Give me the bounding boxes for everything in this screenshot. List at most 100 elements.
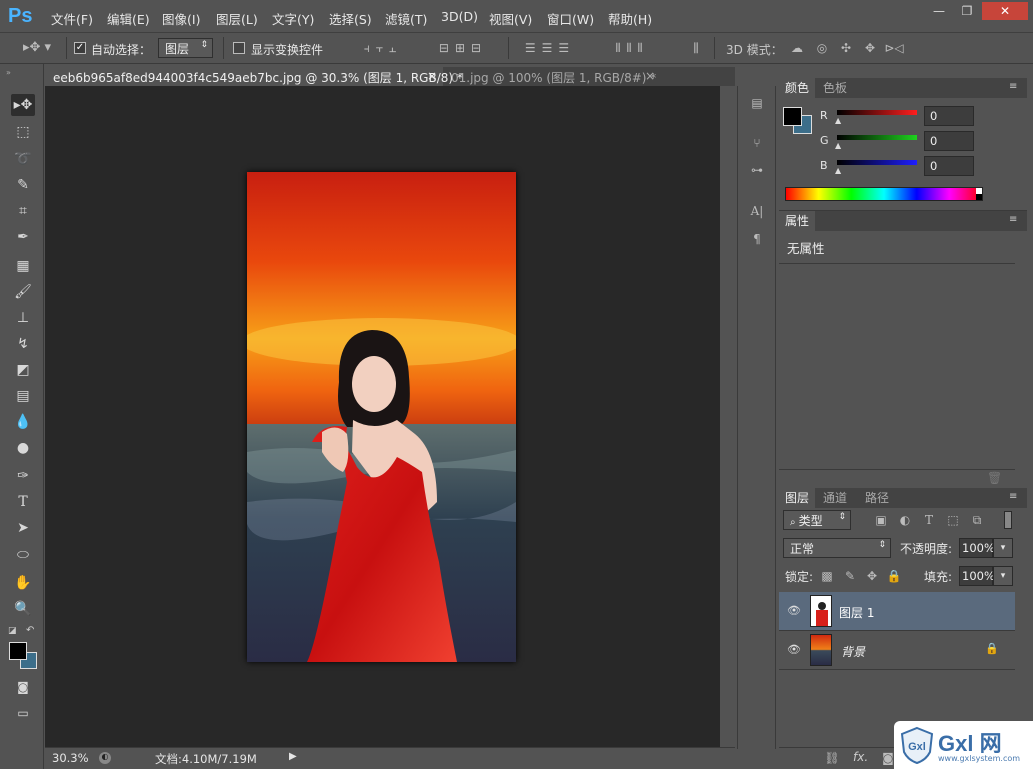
- visibility-eye-icon[interactable]: 👁: [787, 643, 801, 656]
- restore-button[interactable]: ❐: [952, 2, 982, 20]
- 3d-roll-icon[interactable]: ◎: [812, 39, 832, 57]
- dodge-tool-icon[interactable]: ●: [11, 437, 35, 459]
- channel-b-input[interactable]: 0: [924, 156, 974, 176]
- channel-g-input[interactable]: 0: [924, 131, 974, 151]
- menu-help[interactable]: 帮助(H): [608, 9, 652, 28]
- auto-select-checkbox[interactable]: ✓: [74, 42, 86, 54]
- minimize-button[interactable]: —: [924, 2, 954, 20]
- filter-toggle-switch[interactable]: [1004, 511, 1012, 529]
- pen-tool-icon[interactable]: ✑: [11, 465, 35, 487]
- eraser-tool-icon[interactable]: ◩: [11, 359, 35, 381]
- channel-b-slider[interactable]: [837, 160, 917, 165]
- eyedropper-tool-icon[interactable]: ✒: [11, 226, 35, 248]
- opacity-input[interactable]: 100%: [959, 538, 995, 558]
- move-tool-icon[interactable]: ▸✥: [11, 94, 35, 116]
- menu-image[interactable]: 图像(I): [162, 9, 200, 28]
- tab-document-1[interactable]: eeb6b965af8ed944003f4c549aeb7bc.jpg @ 30…: [45, 67, 463, 86]
- distribute-horizontal-icons[interactable]: ⫴⫴⫴: [597, 39, 667, 57]
- lock-image-pixels-icon[interactable]: ✎: [842, 567, 858, 585]
- align-edges-icons[interactable]: ⫞⫟⫠: [348, 39, 418, 57]
- menu-3d[interactable]: 3D(D): [441, 9, 478, 24]
- collapse-toolbar-icon[interactable]: »: [6, 68, 11, 77]
- align-center-icons[interactable]: ⊟⊞⊟: [428, 39, 498, 57]
- 3d-slide-icon[interactable]: ✥: [860, 39, 880, 57]
- panel-menu-icon[interactable]: ≡: [1009, 491, 1017, 502]
- tab-close-icon[interactable]: ×: [645, 69, 655, 83]
- filter-smart-object-icon[interactable]: ⧉: [969, 511, 985, 529]
- layer-filter-dropdown[interactable]: ⌕ 类型 ⇕: [783, 510, 851, 530]
- tab-document-2[interactable]: 01.jpg @ 100% (图层 1, RGB/8#) * ×: [443, 67, 661, 86]
- status-info-icon[interactable]: ◐: [99, 752, 111, 764]
- lock-all-icon[interactable]: 🔒: [886, 567, 902, 585]
- history-panel-icon[interactable]: ▤: [746, 94, 768, 112]
- channel-g-slider[interactable]: [837, 135, 917, 140]
- move-tool-preset-icon[interactable]: ▸✥ ▾: [22, 39, 52, 57]
- fill-input[interactable]: 100%: [959, 566, 995, 586]
- layer-name[interactable]: 图层 1: [839, 604, 874, 621]
- menu-select[interactable]: 选择(S): [329, 9, 372, 28]
- slider-thumb-icon[interactable]: ▲: [835, 166, 841, 175]
- menu-layer[interactable]: 图层(L): [216, 9, 258, 28]
- channel-r-input[interactable]: 0: [924, 106, 974, 126]
- filter-shape-icon[interactable]: ⬚: [945, 511, 961, 529]
- link-layers-icon[interactable]: ⛓: [823, 749, 841, 767]
- auto-select-dropdown[interactable]: 图层 ⇕: [158, 38, 213, 58]
- menu-type[interactable]: 文字(Y): [272, 9, 314, 28]
- blend-mode-dropdown[interactable]: 正常 ⇕: [783, 538, 891, 558]
- visibility-eye-icon[interactable]: 👁: [787, 604, 801, 617]
- panel-foreground-swatch[interactable]: [783, 107, 802, 126]
- marquee-tool-icon[interactable]: ⬚: [11, 121, 35, 143]
- paragraph-panel-icon[interactable]: ¶: [746, 230, 768, 248]
- status-menu-arrow-icon[interactable]: ▶: [289, 751, 297, 762]
- fx-icon[interactable]: fx.: [853, 750, 868, 764]
- swap-colors-icon[interactable]: ↶: [26, 625, 34, 636]
- lasso-tool-icon[interactable]: ➰: [11, 148, 35, 170]
- slider-thumb-icon[interactable]: ▲: [835, 141, 841, 150]
- layer-row-background[interactable]: 👁 背景 🔒: [779, 631, 1015, 670]
- menu-file[interactable]: 文件(F): [51, 9, 93, 28]
- default-colors-icon[interactable]: ◪: [8, 626, 17, 636]
- show-transform-checkbox[interactable]: [233, 42, 245, 54]
- brush-panel-icon[interactable]: ⑂: [746, 134, 768, 152]
- screen-mode-icon[interactable]: ▭: [11, 702, 35, 724]
- layer-row-layer-1[interactable]: 👁 图层 1: [779, 592, 1015, 631]
- foreground-color-swatch[interactable]: [9, 642, 27, 660]
- opacity-slider-toggle-icon[interactable]: ▾: [993, 538, 1013, 558]
- tab-color[interactable]: 颜色: [779, 78, 816, 98]
- 3d-scale-icon[interactable]: ⊳◁: [884, 39, 904, 57]
- document-canvas[interactable]: [247, 172, 516, 662]
- tab-close-icon[interactable]: ×: [427, 69, 437, 83]
- spectrum-black-swatch[interactable]: [976, 194, 982, 200]
- character-panel-icon[interactable]: A|: [746, 202, 768, 220]
- quick-select-tool-icon[interactable]: ✎: [11, 174, 35, 196]
- trash-icon[interactable]: 🗑: [987, 471, 1002, 485]
- 3d-drag-icon[interactable]: ✣: [836, 39, 856, 57]
- filter-type-icon[interactable]: T: [921, 511, 937, 529]
- zoom-tool-icon[interactable]: 🔍: [11, 598, 35, 620]
- channel-r-slider[interactable]: [837, 110, 917, 115]
- auto-align-icon[interactable]: ⫼: [686, 39, 706, 57]
- 3d-rotate-icon[interactable]: ☁: [787, 39, 807, 57]
- color-spectrum-bar[interactable]: [785, 187, 983, 201]
- history-brush-tool-icon[interactable]: ↯: [11, 333, 35, 355]
- slider-thumb-icon[interactable]: ▲: [835, 116, 841, 125]
- fill-slider-toggle-icon[interactable]: ▾: [993, 566, 1013, 586]
- tab-swatches[interactable]: 色板: [817, 78, 853, 98]
- panel-menu-icon[interactable]: ≡: [1009, 214, 1017, 225]
- distribute-vertical-icons[interactable]: ☰☰☰: [515, 39, 585, 57]
- lock-transparent-pixels-icon[interactable]: ▩: [819, 567, 835, 585]
- quick-mask-icon[interactable]: ◙: [11, 676, 35, 698]
- zoom-level[interactable]: 30.3%: [52, 751, 89, 765]
- tab-properties[interactable]: 属性: [779, 211, 816, 231]
- menu-filter[interactable]: 滤镜(T): [385, 9, 427, 28]
- filter-adjustment-icon[interactable]: ◐: [897, 511, 913, 529]
- blur-tool-icon[interactable]: 💧: [11, 411, 35, 433]
- tab-channels[interactable]: 通道: [817, 488, 853, 508]
- ellipse-tool-icon[interactable]: ⬭: [11, 544, 35, 566]
- close-button[interactable]: ✕: [982, 2, 1028, 20]
- brush-tool-icon[interactable]: 🖌: [11, 281, 35, 303]
- menu-edit[interactable]: 编辑(E): [107, 9, 150, 28]
- tab-paths[interactable]: 路径: [859, 488, 895, 508]
- panel-menu-icon[interactable]: ≡: [1009, 81, 1017, 92]
- menu-view[interactable]: 视图(V): [489, 9, 532, 28]
